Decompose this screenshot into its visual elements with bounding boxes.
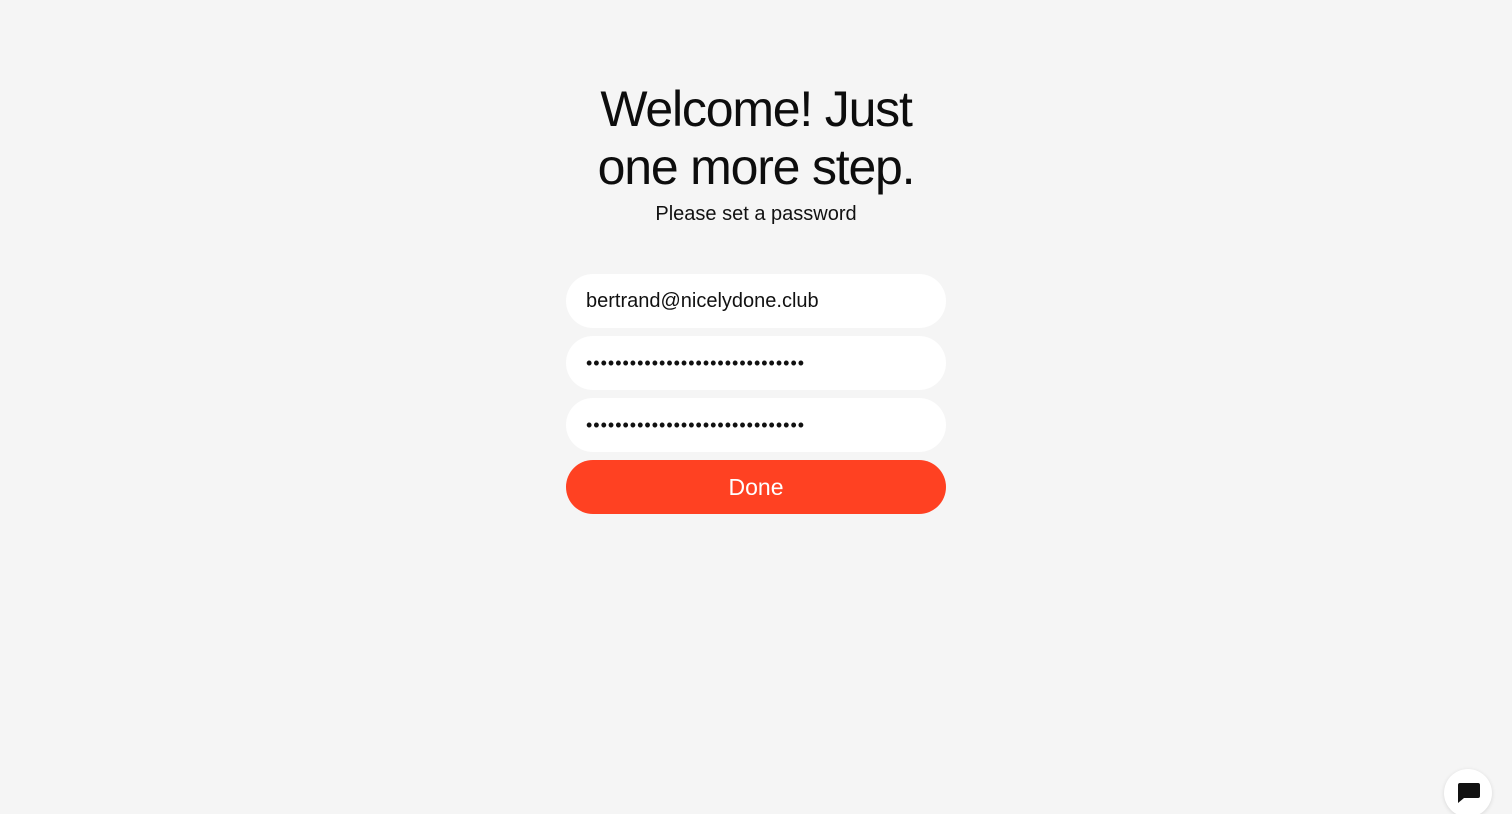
page-title: Welcome! Just one more step. (0, 80, 1512, 196)
page-subtitle: Please set a password (655, 203, 857, 225)
confirm-password-field[interactable] (566, 398, 946, 452)
email-field[interactable] (566, 274, 946, 328)
password-field[interactable] (566, 336, 946, 390)
done-button[interactable]: Done (566, 460, 946, 514)
chat-widget-button[interactable] (1444, 769, 1492, 814)
set-password-form: Done (566, 274, 946, 514)
signup-page: Welcome! Just one more step. Please set … (0, 0, 1512, 814)
page-title-line-2: one more step. (597, 139, 916, 195)
page-title-line-1: Welcome! Just (600, 81, 913, 137)
chat-bubble-icon (1455, 781, 1481, 805)
